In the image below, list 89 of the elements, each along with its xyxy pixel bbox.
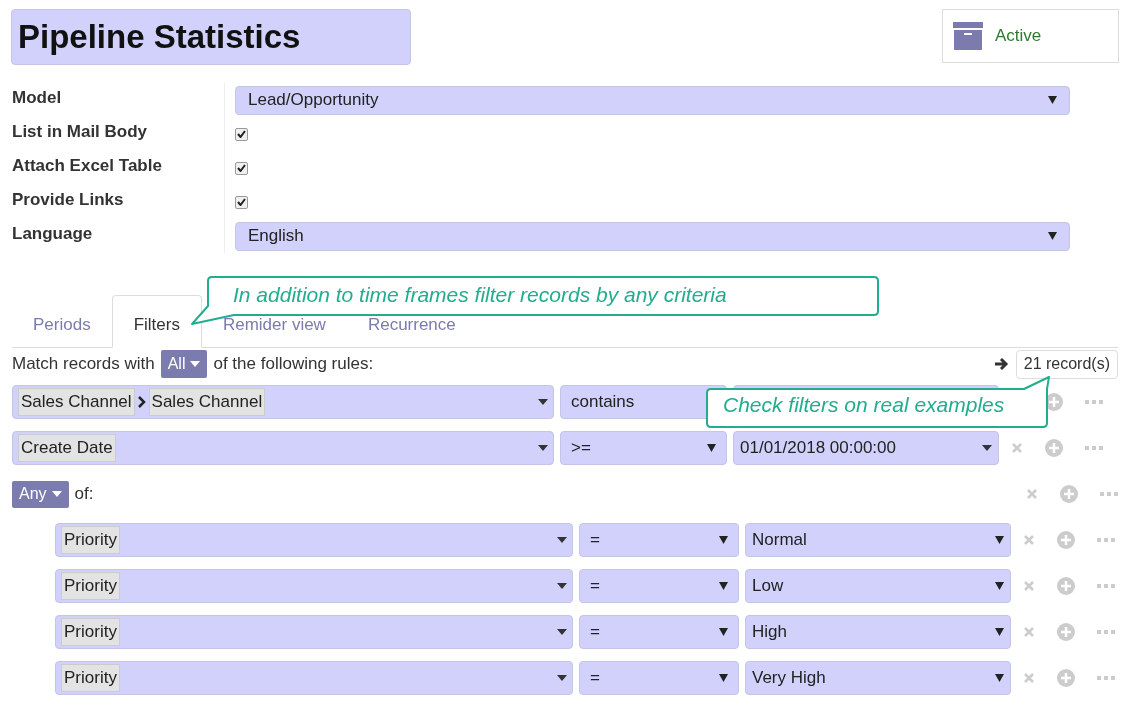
caret-icon [557, 583, 567, 589]
record-count-button[interactable]: 21 record(s) [1015, 349, 1118, 379]
chevron-icon [137, 396, 146, 408]
more-icon[interactable] [1097, 537, 1115, 543]
more-icon[interactable] [1085, 445, 1103, 451]
field-path-select[interactable]: Priority [55, 615, 573, 649]
field-path-select[interactable]: Create Date [12, 431, 554, 465]
caret-icon [995, 535, 1004, 545]
caret-icon [1048, 231, 1057, 241]
operator-select[interactable]: >= [560, 431, 727, 465]
more-icon[interactable] [1097, 583, 1115, 589]
path-tag: Create Date [18, 434, 116, 462]
more-icon[interactable] [1097, 629, 1115, 635]
hint-tooltip: Check filters on real examples [706, 376, 1052, 428]
value-select[interactable]: Normal [745, 523, 1011, 557]
caret-icon [719, 535, 728, 545]
check-icon [237, 130, 246, 138]
match-mode-button[interactable]: All [160, 350, 208, 378]
delete-icon[interactable] [1023, 626, 1035, 638]
checkbox[interactable] [235, 161, 248, 175]
add-icon[interactable] [1057, 623, 1075, 641]
dropdown-field[interactable]: Lead/Opportunity [235, 85, 1070, 115]
caret-icon [51, 491, 62, 497]
field-path-select[interactable]: Priority [55, 661, 573, 695]
match-label: of the following rules: [213, 353, 374, 376]
caret-icon [190, 361, 201, 367]
caret-icon [707, 443, 716, 453]
add-icon[interactable] [1045, 439, 1063, 457]
value-select[interactable]: Very High [745, 661, 1011, 695]
path-tag: Priority [61, 664, 120, 692]
add-icon[interactable] [1057, 577, 1075, 595]
check-icon [237, 198, 246, 206]
caret-icon [719, 627, 728, 637]
add-icon[interactable] [1057, 531, 1075, 549]
more-icon[interactable] [1100, 491, 1118, 497]
check-icon [237, 164, 246, 172]
more-icon[interactable] [1097, 675, 1115, 681]
checkbox[interactable] [235, 195, 248, 209]
group-label: of: [74, 483, 94, 506]
arrow-right-icon [993, 357, 1010, 371]
add-icon[interactable] [1057, 669, 1075, 687]
operator-select[interactable]: = [579, 615, 739, 649]
field-label: Attach Excel Table [12, 155, 163, 177]
caret-icon [557, 537, 567, 543]
match-label: Match records with [12, 353, 155, 376]
caret-icon [719, 673, 728, 683]
caret-icon [719, 581, 728, 591]
field-label: Model [12, 87, 63, 109]
field-path-select[interactable]: Priority [55, 569, 573, 603]
path-tag: Sales Channel [18, 388, 135, 416]
archive-icon [953, 22, 983, 50]
caret-icon [557, 675, 567, 681]
tab[interactable]: Periods [12, 295, 112, 348]
caret-icon [995, 673, 1004, 683]
caret-icon [538, 399, 548, 405]
delete-icon[interactable] [1023, 580, 1035, 592]
path-tag: Sales Channel [148, 388, 266, 416]
value-select[interactable]: High [745, 615, 1011, 649]
value-select[interactable]: 01/01/2018 00:00:00 [733, 431, 999, 465]
caret-icon [557, 629, 567, 635]
active-toggle-button[interactable]: Active [942, 9, 1119, 63]
field-label: Language [12, 223, 94, 245]
path-tag: Priority [61, 572, 120, 600]
field-label: List in Mail Body [12, 121, 149, 143]
record-title[interactable]: Pipeline Statistics [11, 9, 411, 65]
caret-icon [1048, 95, 1057, 105]
operator-select[interactable]: = [579, 661, 739, 695]
delete-icon[interactable] [1023, 534, 1035, 546]
tab[interactable]: Filters [111, 295, 202, 348]
field-path-select[interactable]: Sales Channel Sales Channel [12, 385, 554, 419]
field-path-select[interactable]: Priority [55, 523, 573, 557]
checkbox[interactable] [235, 127, 248, 141]
more-icon[interactable] [1085, 399, 1103, 405]
path-tag: Priority [61, 618, 120, 646]
caret-icon [982, 445, 992, 451]
delete-icon[interactable] [1023, 672, 1035, 684]
operator-select[interactable]: = [579, 569, 739, 603]
path-tag: Priority [61, 526, 120, 554]
caret-icon [995, 581, 1004, 591]
caret-icon [995, 627, 1004, 637]
caret-icon [538, 445, 548, 451]
dropdown-field[interactable]: English [235, 221, 1070, 251]
add-icon[interactable] [1060, 485, 1078, 503]
operator-select[interactable]: = [579, 523, 739, 557]
group-mode-button[interactable]: Any [12, 480, 69, 508]
field-label: Provide Links [12, 189, 125, 211]
delete-icon[interactable] [1011, 442, 1023, 454]
value-select[interactable]: Low [745, 569, 1011, 603]
delete-icon[interactable] [1026, 488, 1038, 500]
